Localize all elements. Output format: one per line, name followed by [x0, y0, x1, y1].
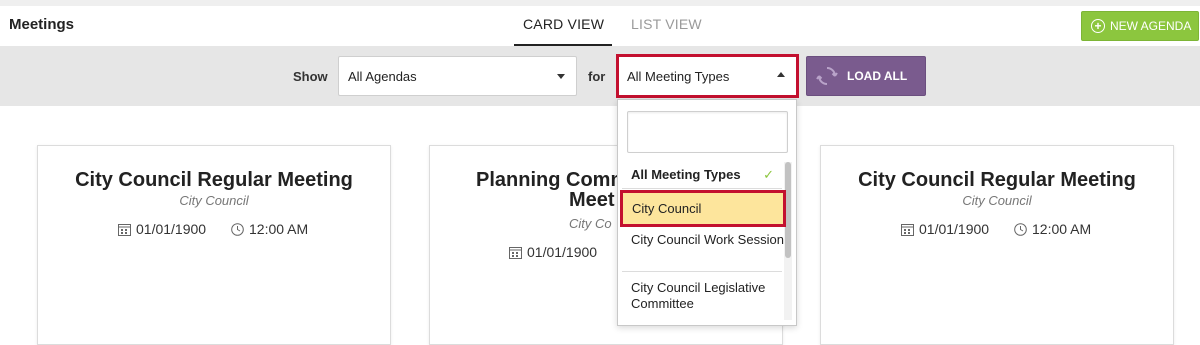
meeting-date: 01/01/1900	[509, 244, 597, 260]
dropdown-search-input[interactable]	[627, 111, 788, 153]
checkmark-icon: ✓	[763, 167, 774, 182]
dropdown-option-city-council-work-session[interactable]: City Council Work Session	[622, 232, 786, 248]
agendas-select-value: All Agendas	[348, 68, 417, 84]
clock-icon	[231, 222, 244, 236]
clock-icon	[1014, 222, 1027, 236]
meeting-type: City Council	[962, 193, 1032, 208]
refresh-icon	[816, 67, 838, 85]
dropdown-divider	[622, 271, 782, 272]
meeting-time-text: 12:00 AM	[1032, 221, 1092, 237]
dropdown-option-city-council-legislative-committee[interactable]: City Council Legislative Committee	[622, 280, 786, 312]
dropdown-option-city-council[interactable]: City Council	[620, 190, 786, 227]
filter-bar: Show All Agendas for All Meeting Types L…	[0, 46, 1200, 106]
load-all-button[interactable]: LOAD ALL	[806, 56, 926, 96]
page-title: Meetings	[9, 16, 75, 33]
new-agenda-label: NEW AGENDA	[1110, 19, 1192, 33]
meeting-title: Planning Comm	[476, 169, 629, 191]
meeting-time-text: 12:00 AM	[249, 221, 309, 237]
meeting-types-select[interactable]: All Meeting Types	[616, 54, 799, 98]
meeting-type: City Council	[179, 193, 249, 208]
dropdown-option-all-meeting-types[interactable]: All Meeting Types ✓	[622, 167, 786, 183]
meeting-date-text: 01/01/1900	[136, 221, 207, 237]
meeting-card[interactable]: City Council Regular Meeting City Counci…	[820, 145, 1174, 345]
meeting-title-line2: Meet	[569, 189, 615, 211]
chevron-down-icon	[557, 74, 565, 79]
calendar-icon	[509, 246, 522, 259]
show-label: Show	[293, 69, 328, 84]
tab-list-view[interactable]: LIST VIEW	[631, 16, 702, 32]
calendar-icon	[901, 223, 914, 236]
dropdown-option-label: City Council	[632, 201, 702, 216]
dropdown-divider	[622, 188, 782, 189]
meeting-time: 12:00 AM	[1014, 221, 1091, 237]
chevron-up-icon	[777, 72, 785, 77]
meeting-date-text: 01/01/1900	[919, 221, 990, 237]
tab-card-view[interactable]: CARD VIEW	[523, 16, 604, 32]
top-header: Meetings CARD VIEW LIST VIEW + NEW AGEND…	[0, 0, 1200, 46]
for-label: for	[588, 69, 606, 84]
meeting-types-select-value: All Meeting Types	[627, 68, 730, 84]
meeting-title: City Council Regular Meeting	[75, 169, 353, 191]
dropdown-option-label: City Council Legislative Committee	[631, 280, 766, 311]
meeting-types-dropdown: All Meeting Types ✓ City Council City Co…	[617, 99, 797, 326]
meeting-title: City Council Regular Meeting	[858, 169, 1136, 191]
new-agenda-button[interactable]: + NEW AGENDA	[1081, 11, 1199, 41]
meeting-card[interactable]: City Council Regular Meeting City Counci…	[37, 145, 391, 345]
agendas-select[interactable]: All Agendas	[338, 56, 577, 96]
calendar-icon	[118, 223, 131, 236]
load-all-label: LOAD ALL	[847, 69, 908, 83]
dropdown-option-label: All Meeting Types	[631, 167, 741, 182]
dropdown-option-label: City Council Work Session	[631, 232, 784, 247]
meeting-date: 01/01/1900	[118, 221, 206, 237]
meeting-time: 12:00 AM	[231, 221, 308, 237]
meeting-type: City Co	[569, 216, 612, 231]
meeting-date: 01/01/1900	[901, 221, 989, 237]
meeting-date-text: 01/01/1900	[527, 244, 598, 260]
plus-circle-icon: +	[1091, 19, 1105, 33]
